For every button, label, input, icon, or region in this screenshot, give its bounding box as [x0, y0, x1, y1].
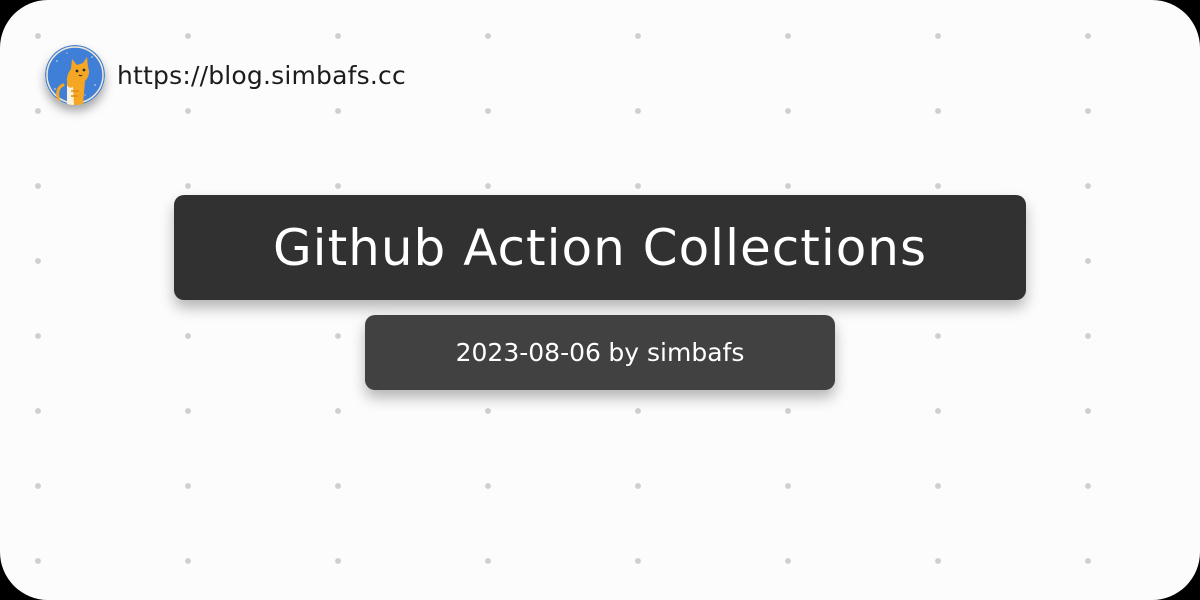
- post-meta-box: 2023-08-06 by simbafs: [365, 315, 835, 390]
- avatar: [45, 45, 105, 105]
- post-title: Github Action Collections: [272, 218, 928, 277]
- post-author: by simbafs: [608, 338, 745, 367]
- og-card: https://blog.simbafs.cc Github Action Co…: [0, 0, 1200, 600]
- site-header: https://blog.simbafs.cc: [45, 45, 406, 105]
- cat-avatar-icon: [45, 45, 105, 105]
- site-url[interactable]: https://blog.simbafs.cc: [117, 61, 406, 90]
- post-date: 2023-08-06: [455, 338, 601, 367]
- title-box: Github Action Collections: [174, 195, 1026, 300]
